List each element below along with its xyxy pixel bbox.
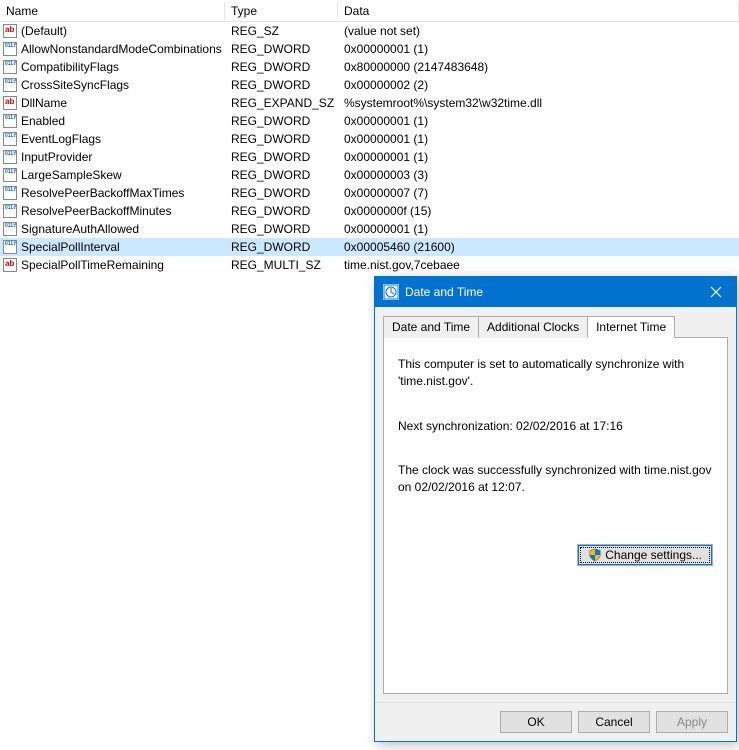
reg-binary-icon bbox=[3, 132, 17, 146]
registry-value-name: DllName bbox=[21, 96, 67, 110]
registry-value-type: REG_DWORD bbox=[225, 186, 338, 200]
registry-value-name: LargeSampleSkew bbox=[21, 168, 122, 182]
ok-button[interactable]: OK bbox=[500, 711, 572, 733]
registry-value-data: 0x00000002 (2) bbox=[338, 78, 739, 92]
dialog-tabs: Date and Time Additional Clocks Internet… bbox=[383, 316, 728, 338]
cancel-button[interactable]: Cancel bbox=[578, 711, 650, 733]
registry-value-data: 0x00000001 (1) bbox=[338, 222, 739, 236]
registry-value-name: (Default) bbox=[21, 24, 67, 38]
registry-row[interactable]: ResolvePeerBackoffMinutes REG_DWORD0x0000… bbox=[0, 202, 739, 220]
registry-row[interactable]: LargeSampleSkew REG_DWORD0x00000003 (3) bbox=[0, 166, 739, 184]
registry-row[interactable]: EventLogFlags REG_DWORD0x00000001 (1) bbox=[0, 130, 739, 148]
reg-binary-icon bbox=[3, 204, 17, 218]
registry-value-type: REG_DWORD bbox=[225, 114, 338, 128]
dialog-titlebar[interactable]: Date and Time bbox=[375, 277, 736, 307]
registry-value-name: Enabled bbox=[21, 114, 65, 128]
last-sync-text: The clock was successfully synchronized … bbox=[398, 462, 713, 496]
reg-binary-icon bbox=[3, 222, 17, 236]
registry-value-name: InputProvider bbox=[21, 150, 92, 164]
dialog-button-row: OK Cancel Apply bbox=[375, 702, 736, 741]
reg-string-icon bbox=[3, 258, 17, 272]
registry-value-type: REG_DWORD bbox=[225, 60, 338, 74]
registry-row[interactable]: Enabled REG_DWORD0x00000001 (1) bbox=[0, 112, 739, 130]
registry-value-type: REG_DWORD bbox=[225, 78, 338, 92]
column-header-name[interactable]: Name bbox=[0, 2, 225, 20]
registry-value-data: 0x00000007 (7) bbox=[338, 186, 739, 200]
reg-binary-icon bbox=[3, 78, 17, 92]
registry-value-type: REG_DWORD bbox=[225, 222, 338, 236]
registry-value-name: EventLogFlags bbox=[21, 132, 101, 146]
registry-row[interactable]: (Default) REG_SZ(value not set) bbox=[0, 22, 739, 40]
registry-value-name: SignatureAuthAllowed bbox=[21, 222, 139, 236]
registry-value-type: REG_DWORD bbox=[225, 240, 338, 254]
reg-string-icon bbox=[3, 96, 17, 110]
registry-value-name: CompatibilityFlags bbox=[21, 60, 119, 74]
registry-row[interactable]: SignatureAuthAllowed REG_DWORD0x00000001 … bbox=[0, 220, 739, 238]
registry-row[interactable]: CrossSiteSyncFlags REG_DWORD0x00000002 (2… bbox=[0, 76, 739, 94]
registry-value-data: 0x00000003 (3) bbox=[338, 168, 739, 182]
registry-value-type: REG_EXPAND_SZ bbox=[225, 96, 338, 110]
registry-value-data: time.nist.gov,7cebaee bbox=[338, 258, 739, 272]
column-header-type[interactable]: Type bbox=[225, 2, 338, 20]
date-time-dialog: Date and Time Date and Time Additional C… bbox=[374, 276, 737, 742]
change-settings-label: Change settings... bbox=[605, 548, 702, 562]
registry-value-data: 0x00000001 (1) bbox=[338, 150, 739, 164]
registry-value-type: REG_MULTI_SZ bbox=[225, 258, 338, 272]
registry-header: Name Type Data bbox=[0, 0, 739, 22]
reg-binary-icon bbox=[3, 60, 17, 74]
close-button[interactable] bbox=[696, 277, 736, 307]
registry-value-type: REG_DWORD bbox=[225, 150, 338, 164]
registry-row[interactable]: DllName REG_EXPAND_SZ%systemroot%\system3… bbox=[0, 94, 739, 112]
registry-value-data: 0x00005460 (21600) bbox=[338, 240, 739, 254]
clock-icon bbox=[383, 284, 399, 300]
column-header-data[interactable]: Data bbox=[338, 2, 739, 20]
tab-content: This computer is set to automatically sy… bbox=[383, 337, 728, 694]
registry-value-name: SpecialPollTimeRemaining bbox=[21, 258, 164, 272]
registry-value-data: 0x00000001 (1) bbox=[338, 114, 739, 128]
sync-status-text: This computer is set to automatically sy… bbox=[398, 356, 713, 390]
registry-value-name: CrossSiteSyncFlags bbox=[21, 78, 129, 92]
registry-value-type: REG_DWORD bbox=[225, 42, 338, 56]
registry-value-type: REG_DWORD bbox=[225, 204, 338, 218]
registry-list: Name Type Data (Default) REG_SZ(value not… bbox=[0, 0, 739, 274]
reg-binary-icon bbox=[3, 240, 17, 254]
reg-string-icon bbox=[3, 24, 17, 38]
registry-value-data: 0x80000000 (2147483648) bbox=[338, 60, 739, 74]
registry-row[interactable]: ResolvePeerBackoffMaxTimes REG_DWORD0x000… bbox=[0, 184, 739, 202]
registry-value-name: SpecialPollInterval bbox=[21, 240, 120, 254]
registry-row[interactable]: CompatibilityFlags REG_DWORD0x80000000 (2… bbox=[0, 58, 739, 76]
registry-value-data: %systemroot%\system32\w32time.dll bbox=[338, 96, 739, 110]
registry-value-type: REG_DWORD bbox=[225, 168, 338, 182]
registry-row[interactable]: InputProvider REG_DWORD0x00000001 (1) bbox=[0, 148, 739, 166]
next-sync-text: Next synchronization: 02/02/2016 at 17:1… bbox=[398, 418, 713, 435]
registry-value-name: ResolvePeerBackoffMinutes bbox=[21, 204, 172, 218]
tab-additional-clocks[interactable]: Additional Clocks bbox=[478, 316, 588, 338]
registry-value-data: 0x00000001 (1) bbox=[338, 42, 739, 56]
registry-row[interactable]: SpecialPollTimeRemaining REG_MULTI_SZtime… bbox=[0, 256, 739, 274]
registry-value-type: REG_SZ bbox=[225, 24, 338, 38]
tab-date-and-time[interactable]: Date and Time bbox=[383, 316, 479, 338]
registry-value-data: 0x00000001 (1) bbox=[338, 132, 739, 146]
registry-value-name: AllowNonstandardModeCombinations bbox=[21, 42, 222, 56]
registry-row[interactable]: AllowNonstandardModeCombinationsREG_DWOR… bbox=[0, 40, 739, 58]
shield-icon bbox=[588, 548, 602, 562]
tab-internet-time[interactable]: Internet Time bbox=[587, 316, 675, 338]
registry-value-name: ResolvePeerBackoffMaxTimes bbox=[21, 186, 184, 200]
reg-binary-icon bbox=[3, 186, 17, 200]
apply-button[interactable]: Apply bbox=[656, 711, 728, 733]
registry-value-data: 0x0000000f (15) bbox=[338, 204, 739, 218]
dialog-title: Date and Time bbox=[405, 285, 483, 299]
registry-row[interactable]: SpecialPollInterval REG_DWORD0x00005460 (… bbox=[0, 238, 739, 256]
reg-binary-icon bbox=[3, 114, 17, 128]
reg-binary-icon bbox=[3, 42, 17, 56]
reg-binary-icon bbox=[3, 150, 17, 164]
change-settings-button[interactable]: Change settings... bbox=[577, 544, 713, 566]
reg-binary-icon bbox=[3, 168, 17, 182]
registry-value-type: REG_DWORD bbox=[225, 132, 338, 146]
registry-value-data: (value not set) bbox=[338, 24, 739, 38]
